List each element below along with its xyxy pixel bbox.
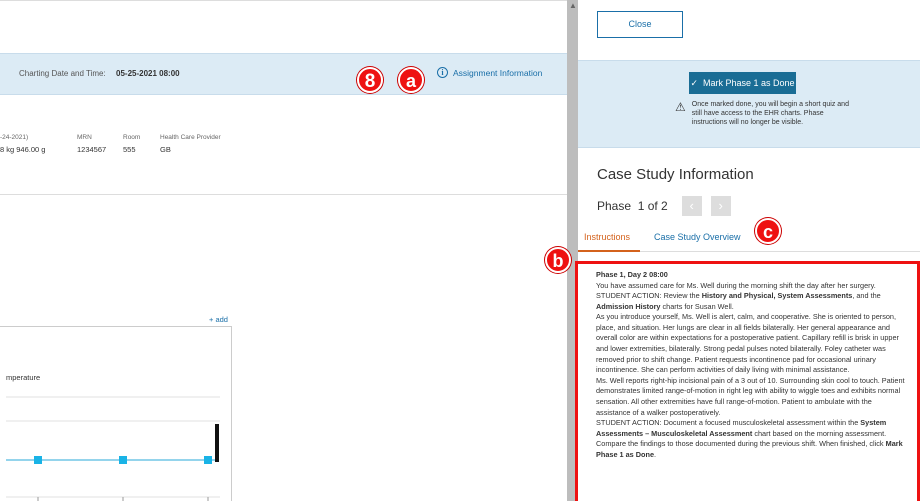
previous-phase-button[interactable]: ‹	[681, 196, 702, 216]
chart-cursor	[215, 424, 219, 462]
student-action-text: , and the	[852, 291, 881, 301]
check-icon: ✓	[690, 78, 698, 88]
callout-marker-c: c	[755, 218, 781, 244]
phase-indicator: Phase 1 of 2	[597, 199, 668, 213]
tab-instructions[interactable]: Instructions	[584, 232, 630, 242]
active-tab-underline	[578, 250, 640, 252]
patient-info-row: -24-2021) 8 kg 946.00 g MRN 1234567 Room…	[0, 134, 500, 164]
mrn-label: MRN	[77, 134, 92, 141]
close-button[interactable]: Close	[597, 11, 683, 38]
charting-date-bar: Charting Date and Time: 05-25-2021 08:00…	[0, 53, 567, 95]
instructions-paragraph: Ms. Well reports right-hip incisional pa…	[596, 375, 905, 417]
data-point[interactable]	[119, 456, 127, 464]
assignment-info-link[interactable]: i Assignment Information	[437, 67, 542, 78]
add-link[interactable]: + add	[209, 315, 228, 324]
warning-icon: ⚠	[675, 100, 686, 114]
phase-nav: ‹ ›	[681, 196, 731, 216]
instructions-content: Phase 1, Day 2 08:00 You have assumed ca…	[575, 261, 920, 501]
room-value: 555	[123, 145, 136, 154]
mark-phase-done-label: Mark Phase 1 as Done	[703, 78, 795, 88]
data-point[interactable]	[204, 456, 212, 464]
callout-marker-a: a	[398, 67, 424, 93]
room-label: Room	[123, 134, 141, 141]
phase-status-box: ✓ Mark Phase 1 as Done ⚠ Once marked don…	[578, 60, 920, 148]
info-icon: i	[437, 67, 448, 78]
temperature-chart	[6, 396, 220, 501]
provider-label: Health Care Provider	[160, 134, 221, 141]
provider-value: GB	[160, 145, 171, 154]
scroll-up-arrow-icon[interactable]: ▲	[569, 2, 577, 10]
callout-marker-b: b	[545, 247, 571, 273]
chart-reference: Admission History	[596, 301, 661, 311]
patient-room: Room 555	[123, 134, 140, 154]
chevron-right-icon: ›	[718, 198, 723, 213]
patient-weight-value: 8 kg 946.00 g	[0, 145, 46, 154]
student-action-text: STUDENT ACTION: Review the	[596, 291, 702, 301]
patient-dob: -24-2021) 8 kg 946.00 g	[0, 134, 45, 154]
instructions-paragraph: As you introduce yourself, Ms. Well is a…	[596, 312, 899, 375]
instructions-paragraph: You have assumed care for Ms. Well durin…	[596, 280, 876, 290]
data-point[interactable]	[34, 456, 42, 464]
section-divider	[0, 194, 567, 195]
phase-row: Phase 1 of 2 ‹ ›	[597, 196, 731, 216]
patient-provider: Health Care Provider GB	[160, 134, 221, 154]
case-study-title: Case Study Information	[597, 166, 754, 183]
student-action-text: STUDENT ACTION: Document a focused muscu…	[596, 418, 861, 428]
mark-phase-done-button[interactable]: ✓ Mark Phase 1 as Done	[689, 72, 796, 94]
warning-text: Once marked done, you will begin a short…	[691, 101, 849, 126]
assignment-info-label: Assignment Information	[453, 67, 543, 78]
student-action-review: STUDENT ACTION: Review the History and P…	[596, 291, 907, 312]
chart-reference: History and Physical, System Assessments	[701, 291, 853, 301]
chevron-left-icon: ‹	[689, 198, 694, 213]
case-study-tabs: Instructions Case Study Overview	[578, 224, 920, 252]
charting-date-value: 05-25-2021 08:00	[116, 69, 180, 78]
vitals-chart-card: mperature	[0, 326, 232, 501]
phase-warning: ⚠ Once marked done, you will begin a sho…	[675, 100, 855, 127]
next-phase-button[interactable]: ›	[710, 196, 731, 216]
patient-dob-label: -24-2021)	[0, 134, 29, 141]
charting-date-label: Charting Date and Time:	[19, 69, 106, 78]
case-study-panel: Close ✓ Mark Phase 1 as Done ⚠ Once mark…	[575, 0, 920, 501]
student-action-text: .	[654, 450, 657, 459]
ehr-pane: Charting Date and Time: 05-25-2021 08:00…	[0, 0, 567, 501]
instructions-heading: Phase 1, Day 2 08:00	[596, 270, 668, 279]
callout-marker-8: 8	[357, 67, 383, 93]
mrn-value: 1234567	[77, 145, 107, 154]
student-action-document: STUDENT ACTION: Document a focused muscu…	[596, 418, 907, 460]
student-action-text: charts for Susan Well.	[660, 301, 734, 311]
patient-mrn: MRN 1234567	[77, 134, 106, 154]
tab-case-study-overview[interactable]: Case Study Overview	[654, 232, 741, 242]
